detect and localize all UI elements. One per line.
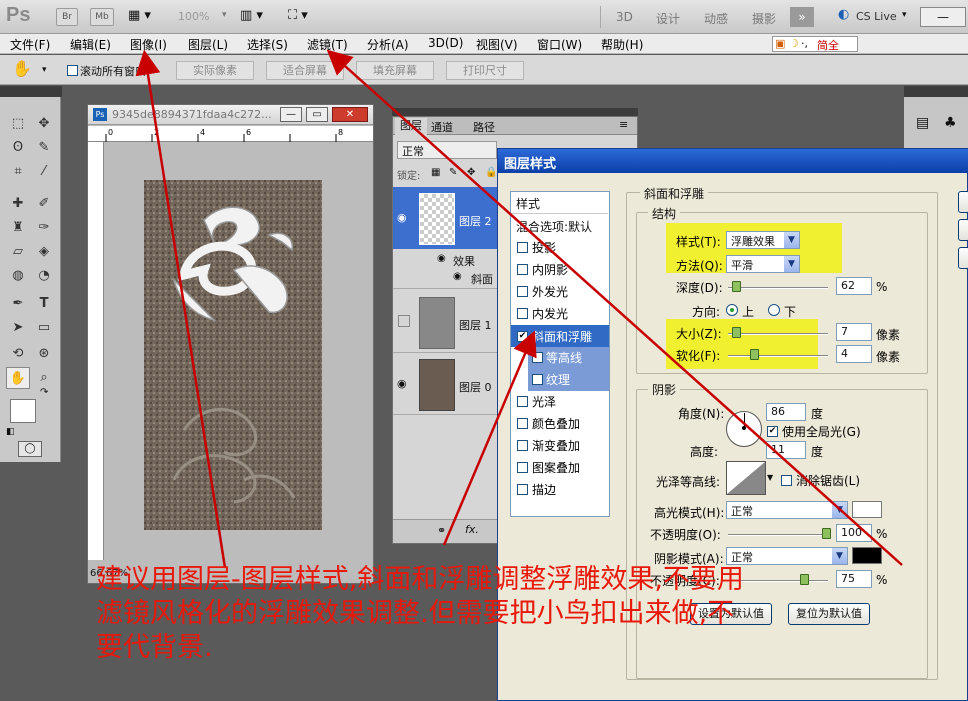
annotation-line-2: 滤镜风格化的浮雕效果调整.但需要把小鸟扣出来做,不: [96, 598, 735, 629]
annotation-line-3: 要代背景.: [96, 632, 213, 663]
arrow-to-bevel-emboss: [442, 330, 537, 546]
arrow-to-filter-menu: [326, 49, 903, 566]
arrow-to-image-menu: [135, 49, 227, 569]
annotation-line-1: 建议用图层-图层样式,斜面和浮雕调整浮雕效果,不要用: [96, 564, 744, 595]
annotation-text: 建议用图层-图层样式,斜面和浮雕调整浮雕效果,不要用 滤镜风格化的浮雕效果调整.…: [96, 563, 744, 665]
